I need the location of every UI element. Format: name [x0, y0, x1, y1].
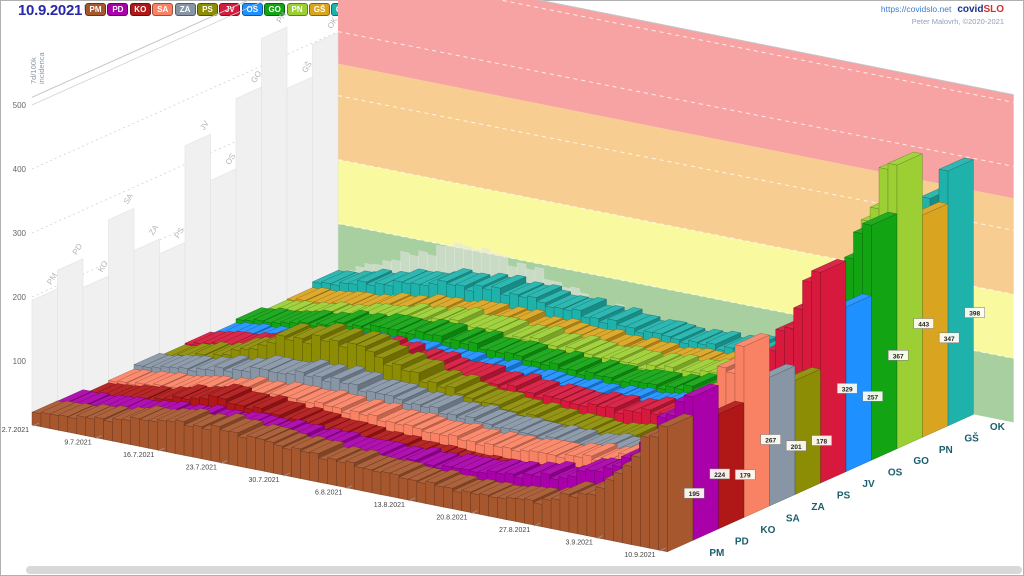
incidence-3d-chart: 100 200 300 400 500 7d/100kincidenca PM PD KO SA Z… — [0, 0, 1024, 576]
region-label-pd: PD — [735, 536, 749, 547]
region-label-ok: OK — [990, 422, 1006, 433]
region-label-os: OS — [888, 468, 903, 479]
ghost-region-label: PS — [173, 226, 186, 240]
value-label: 224 — [714, 472, 725, 479]
value-label: 398 — [969, 311, 980, 318]
region-label-pm: PM — [709, 548, 724, 559]
region-label-gš: GŠ — [964, 431, 979, 444]
ghost-region-label: KO — [96, 259, 110, 274]
y-tick-label: 100 — [13, 357, 27, 366]
region-label-za: ZA — [811, 502, 824, 513]
ghost-region-label: OS — [224, 152, 238, 167]
region-label-jv: JV — [862, 479, 875, 490]
region-label-go: GO — [913, 456, 929, 467]
y-tick-label: 500 — [13, 101, 27, 110]
date-label: 16.7.2021 — [123, 452, 154, 459]
date-label: 9.7.2021 — [64, 440, 91, 447]
date-label: 27.8.2021 — [499, 527, 530, 534]
date-label: 10.9.2021 — [624, 552, 655, 559]
date-label: 13.8.2021 — [374, 502, 405, 509]
y-tick-label: 200 — [13, 293, 27, 302]
ghost-region-label: GŠ — [300, 60, 314, 75]
region-label-ps: PS — [837, 491, 851, 502]
value-label: 257 — [867, 394, 878, 401]
date-label: 30.7.2021 — [248, 477, 279, 484]
value-label: 347 — [944, 336, 955, 343]
date-label: 20.8.2021 — [436, 515, 467, 522]
date-label: 23.7.2021 — [186, 465, 217, 472]
y-tick-label: 300 — [13, 229, 27, 238]
timeline-slider[interactable] — [26, 566, 1022, 574]
ghost-region-label: PN — [275, 10, 289, 24]
region-label-ko: KO — [760, 525, 775, 536]
ghost-region-label: PD — [71, 242, 85, 256]
region-label-sa: SA — [786, 514, 800, 525]
region-label-pn: PN — [939, 445, 953, 456]
ghost-region-label: OK — [326, 15, 340, 30]
covidslo-app: 10.9.2021pet PMPDKOSAZAPSJVOSGOPNGŠOK 3D… — [0, 0, 1024, 576]
ghost-region-label: JV — [198, 119, 211, 132]
y-axis-title: 7d/100kincidenca — [29, 51, 46, 84]
value-label: 178 — [816, 439, 827, 446]
y-tick-label: 400 — [13, 165, 27, 174]
value-label: 367 — [893, 353, 904, 360]
date-label: 3.9.2021 — [566, 540, 593, 547]
value-label: 443 — [918, 322, 929, 329]
date-label: 6.8.2021 — [315, 490, 342, 497]
value-label: 179 — [740, 473, 751, 480]
value-label: 195 — [689, 491, 700, 498]
value-label: 329 — [842, 386, 853, 393]
ghost-region-label: SA — [122, 191, 136, 205]
date-label: 2.7.2021 — [2, 427, 29, 434]
value-label: 201 — [791, 444, 802, 451]
ghost-region-label: ZA — [147, 223, 160, 237]
value-label: 267 — [765, 438, 776, 445]
